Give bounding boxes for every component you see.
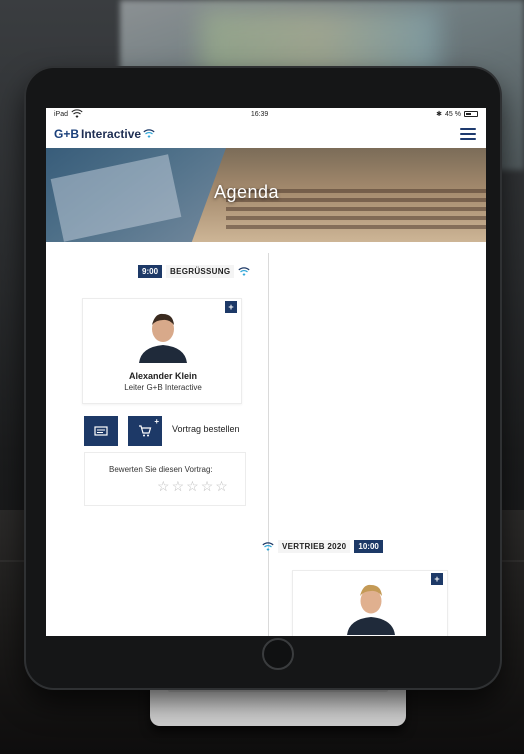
session-tag-2: VERTRIEB 2020 10:00: [262, 540, 383, 553]
brand-logo[interactable]: G+B Interactive: [54, 127, 155, 141]
hamburger-menu-icon[interactable]: [460, 128, 476, 140]
order-label[interactable]: Vortrag bestellen: [172, 424, 240, 434]
star-icon[interactable]: ☆: [157, 479, 170, 493]
session-title: BEGRÜSSUNG: [166, 265, 235, 278]
rating-box: Bewerten Sie diesen Vortrag: ☆ ☆ ☆ ☆ ☆: [84, 452, 246, 506]
star-icon[interactable]: ☆: [201, 479, 214, 493]
page-title: Agenda: [214, 182, 280, 202]
logo-signal-icon: [143, 129, 155, 138]
presentation-icon: [94, 426, 108, 436]
avatar: [343, 579, 399, 635]
rating-label: Bewerten Sie diesen Vortrag:: [109, 465, 213, 474]
star-icon[interactable]: ☆: [215, 479, 228, 493]
slides-button[interactable]: [84, 416, 118, 446]
timeline-line: [268, 253, 269, 636]
avatar: [135, 307, 191, 363]
bluetooth-icon: ✱: [436, 111, 443, 118]
expand-plus-icon[interactable]: +: [431, 573, 443, 585]
order-button[interactable]: +: [128, 416, 162, 446]
star-rating[interactable]: ☆ ☆ ☆ ☆ ☆: [157, 479, 228, 493]
speaker-card-2[interactable]: +: [292, 570, 448, 636]
session-title: VERTRIEB 2020: [278, 540, 351, 553]
session-tag-1: 9:00 BEGRÜSSUNG: [138, 265, 250, 278]
star-icon[interactable]: ☆: [172, 479, 185, 493]
session-signal-icon: [238, 266, 250, 276]
app-header: G+B Interactive: [46, 120, 486, 148]
expand-plus-icon[interactable]: +: [225, 301, 237, 313]
wifi-status-icon: [71, 109, 83, 118]
session-time: 9:00: [138, 265, 163, 278]
battery-icon: [463, 111, 478, 117]
home-button[interactable]: [262, 638, 294, 670]
status-time: 16:39: [250, 110, 269, 118]
agenda-banner: Agenda: [46, 148, 486, 242]
cart-icon: [139, 425, 152, 437]
tablet-screen: iPad 16:39 ✱ 45 % G+B Interactive Agenda…: [46, 108, 486, 636]
session-time: 10:00: [354, 540, 383, 553]
speaker-role: Leiter G+B Interactive: [124, 383, 202, 392]
battery-percent: 45 %: [445, 110, 461, 118]
status-bar: iPad 16:39 ✱ 45 %: [46, 108, 486, 120]
carrier-label: iPad: [54, 110, 69, 118]
logo-gb: G+B: [54, 127, 80, 141]
session-signal-icon: [262, 541, 274, 551]
star-icon[interactable]: ☆: [186, 479, 199, 493]
speaker-name: Alexander Klein: [128, 371, 198, 381]
add-plus-icon: +: [154, 417, 159, 426]
speaker-card-1[interactable]: + Alexander Klein Leiter G+B Interactive: [82, 298, 242, 404]
logo-text: Interactive: [81, 127, 142, 141]
